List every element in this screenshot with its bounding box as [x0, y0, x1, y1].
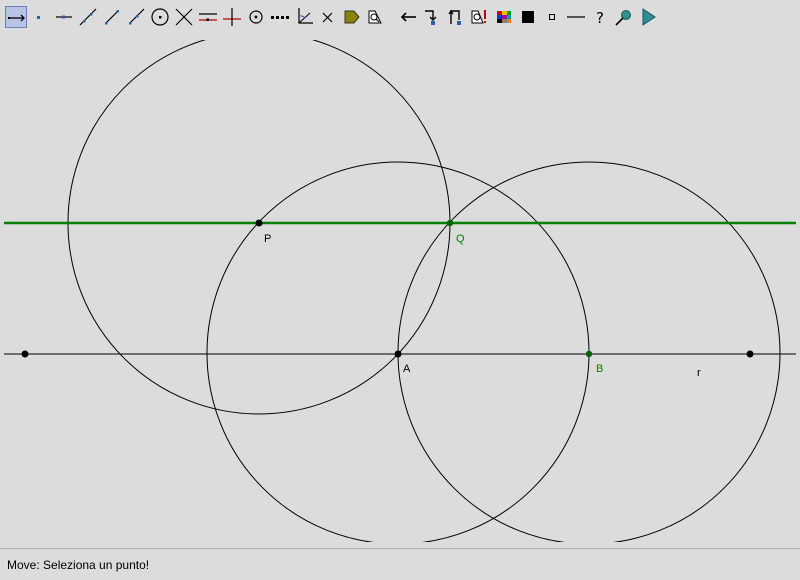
- label-b: B: [596, 363, 603, 375]
- label-q: Q: [456, 233, 465, 245]
- point-b[interactable]: [585, 350, 593, 358]
- polygon-fill-tool-icon[interactable]: [341, 6, 363, 28]
- dotted-line-tool-icon[interactable]: [269, 6, 291, 28]
- macro-play-tool-icon[interactable]: [445, 6, 467, 28]
- help-icon[interactable]: ?: [589, 6, 611, 28]
- point-right-on-r[interactable]: [746, 350, 754, 358]
- undo-tool-icon[interactable]: [397, 6, 419, 28]
- perpendicular-line-tool-icon[interactable]: [221, 6, 243, 28]
- zoom-tool-icon[interactable]: [613, 6, 635, 28]
- line-tool-icon[interactable]: [77, 6, 99, 28]
- midpoint-tool-icon[interactable]: [245, 6, 267, 28]
- small-square-icon[interactable]: [541, 6, 563, 28]
- label-r: r: [697, 367, 701, 379]
- point-p[interactable]: [255, 219, 263, 227]
- line-style-icon[interactable]: [565, 6, 587, 28]
- label-p: P: [264, 233, 271, 245]
- measure-tool-icon[interactable]: [365, 6, 387, 28]
- macro-record-tool-icon[interactable]: [421, 6, 443, 28]
- status-message: Move: Seleziona un punto!: [7, 558, 150, 572]
- drawing-canvas[interactable]: P Q A B r: [4, 40, 796, 542]
- circle-centered-p[interactable]: [67, 40, 451, 415]
- angle-tool-icon[interactable]: [293, 6, 315, 28]
- parallel-line-tool-icon[interactable]: [197, 6, 219, 28]
- label-a: A: [403, 363, 411, 375]
- delete-tool-icon[interactable]: [317, 6, 339, 28]
- segment-tool-icon[interactable]: [101, 6, 123, 28]
- status-bar: Move: Seleziona un punto!: [0, 548, 800, 580]
- ray-tool-icon[interactable]: [125, 6, 147, 28]
- color-palette-icon[interactable]: [493, 6, 515, 28]
- point-a[interactable]: [394, 350, 402, 358]
- filled-square-icon[interactable]: [517, 6, 539, 28]
- toolbar: ?: [0, 0, 800, 34]
- svg-text:?: ?: [596, 9, 604, 27]
- point-on-line-tool-icon[interactable]: [53, 6, 75, 28]
- geometry-app-window: ? P Q A B r Move: Seleziona un punto!: [0, 0, 800, 580]
- circle-tool-icon[interactable]: [149, 6, 171, 28]
- intersection-tool-icon[interactable]: [173, 6, 195, 28]
- find-tool-icon[interactable]: [469, 6, 491, 28]
- move-tool-icon[interactable]: [5, 6, 27, 28]
- point-q[interactable]: [446, 219, 454, 227]
- play-tool-icon[interactable]: [637, 6, 659, 28]
- point-left-on-r[interactable]: [21, 350, 29, 358]
- point-tool-icon[interactable]: [28, 6, 50, 28]
